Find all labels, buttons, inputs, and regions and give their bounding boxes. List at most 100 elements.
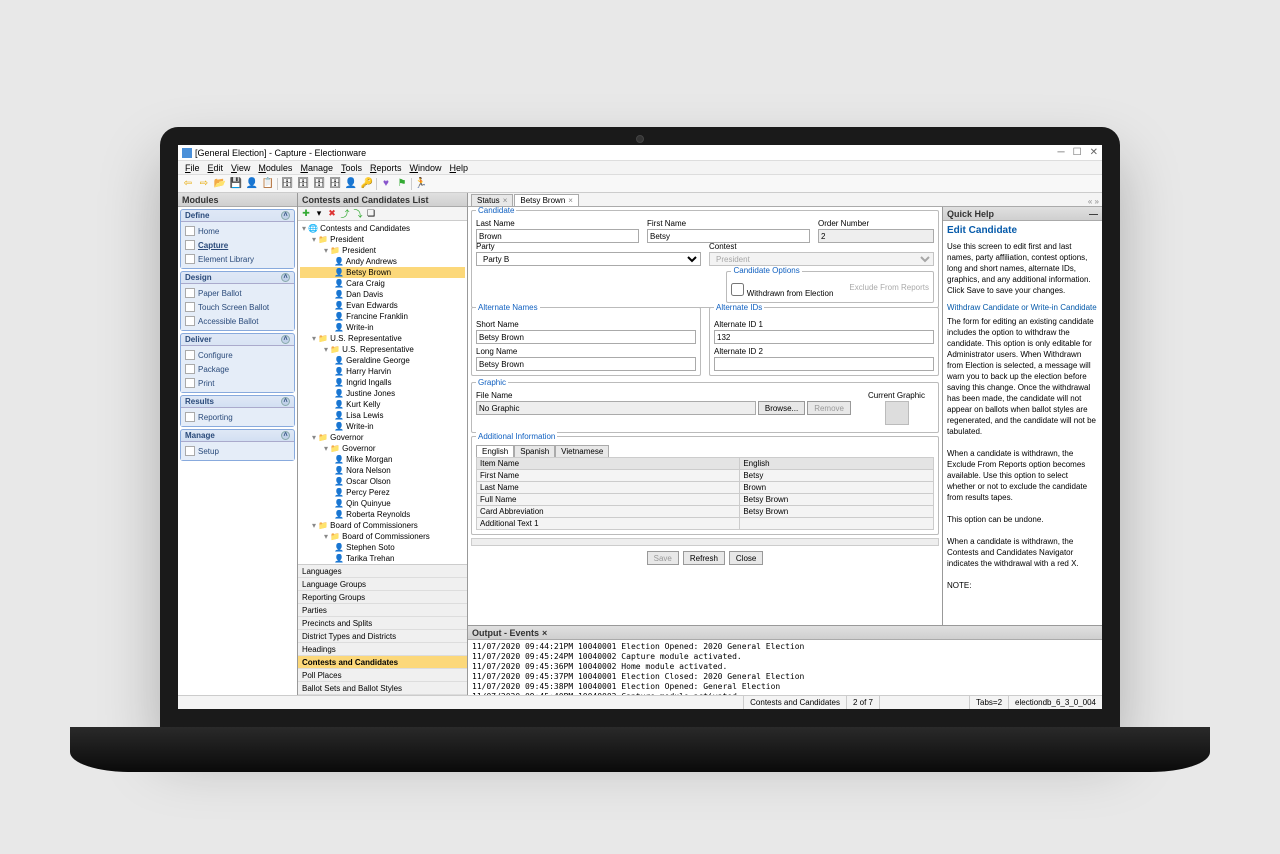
module-item[interactable]: Setup bbox=[181, 444, 294, 458]
module-item[interactable]: Print bbox=[181, 376, 294, 390]
tb-back-icon[interactable]: ⇦ bbox=[181, 177, 195, 191]
menu-file[interactable]: File bbox=[182, 163, 203, 173]
lang-tab-spanish[interactable]: Spanish bbox=[514, 445, 555, 457]
lang-tab-vietnamese[interactable]: Vietnamese bbox=[555, 445, 609, 457]
chevron-up-icon[interactable]: ˄ bbox=[281, 211, 290, 220]
chevron-up-icon[interactable]: ˄ bbox=[281, 335, 290, 344]
module-item[interactable]: Touch Screen Ballot bbox=[181, 300, 294, 314]
menu-modules[interactable]: Modules bbox=[255, 163, 295, 173]
tree-candidate[interactable]: 👤 Evan Edwards bbox=[300, 300, 465, 311]
module-section-header[interactable]: Results˄ bbox=[181, 396, 294, 408]
tb-person-icon[interactable]: 👤 bbox=[344, 177, 358, 191]
tree-candidate[interactable]: 👤 Oscar Olson bbox=[300, 476, 465, 487]
tb-db4-icon[interactable]: 🗄 bbox=[328, 177, 342, 191]
tree-candidate[interactable]: 👤 Andy Andrews bbox=[300, 256, 465, 267]
last-name-input[interactable] bbox=[476, 229, 639, 243]
tree-candidate[interactable]: 👤 Mike Morgan bbox=[300, 454, 465, 465]
tree-candidate[interactable]: 👤 Francine Franklin bbox=[300, 311, 465, 322]
tree-candidate[interactable]: 👤 Write-in bbox=[300, 322, 465, 333]
tb-user-icon[interactable]: 👤 bbox=[245, 177, 259, 191]
module-section-header[interactable]: Design˄ bbox=[181, 272, 294, 284]
tree-candidate[interactable]: 👤 Geraldine George bbox=[300, 355, 465, 366]
tree-candidate[interactable]: 👤 Tarika Trehan bbox=[300, 553, 465, 564]
nav-item[interactable]: Languages bbox=[298, 565, 467, 578]
close-icon[interactable]: × bbox=[568, 196, 573, 205]
nav-item[interactable]: Ballot Sets and Ballot Styles bbox=[298, 682, 467, 695]
first-name-input[interactable] bbox=[647, 229, 810, 243]
table-row[interactable]: Full NameBetsy Brown bbox=[477, 494, 934, 506]
refresh-button[interactable]: Refresh bbox=[683, 551, 725, 565]
tree-candidate[interactable]: 👤 Harry Harvin bbox=[300, 366, 465, 377]
tree-dn2-icon[interactable]: ⤵ bbox=[352, 207, 364, 220]
tb-db1-icon[interactable]: 🗄 bbox=[280, 177, 294, 191]
menu-edit[interactable]: Edit bbox=[205, 163, 227, 173]
long-name-input[interactable] bbox=[476, 357, 696, 371]
hscrollbar[interactable] bbox=[471, 538, 939, 546]
maximize-button[interactable]: ☐ bbox=[1073, 147, 1082, 158]
nav-item[interactable]: Language Groups bbox=[298, 578, 467, 591]
short-name-input[interactable] bbox=[476, 330, 696, 344]
module-item[interactable]: Home bbox=[181, 224, 294, 238]
browse-button[interactable]: Browse... bbox=[758, 401, 805, 415]
party-select[interactable]: Party B bbox=[476, 252, 701, 266]
chevron-up-icon[interactable]: ˄ bbox=[281, 431, 290, 440]
table-row[interactable]: Card AbbreviationBetsy Brown bbox=[477, 506, 934, 518]
menu-tools[interactable]: Tools bbox=[338, 163, 365, 173]
tree-candidate[interactable]: 👤 Justine Jones bbox=[300, 388, 465, 399]
nav-item[interactable]: Contests and Candidates bbox=[298, 656, 467, 669]
module-item[interactable]: Accessible Ballot bbox=[181, 314, 294, 328]
module-section-header[interactable]: Deliver˄ bbox=[181, 334, 294, 346]
chevron-up-icon[interactable]: ˄ bbox=[281, 397, 290, 406]
module-section-header[interactable]: Define˄ bbox=[181, 210, 294, 222]
tb-open-icon[interactable]: 📂 bbox=[213, 177, 227, 191]
tree-candidate[interactable]: 👤 Lisa Lewis bbox=[300, 410, 465, 421]
module-item[interactable]: Element Library bbox=[181, 252, 294, 266]
tab-status[interactable]: Status× bbox=[471, 194, 513, 206]
tb-heart-icon[interactable]: ♥ bbox=[379, 177, 393, 191]
table-row[interactable]: First NameBetsy bbox=[477, 470, 934, 482]
tree-candidate[interactable]: 👤 Nora Nelson bbox=[300, 465, 465, 476]
module-item[interactable]: Reporting bbox=[181, 410, 294, 424]
tb-db3-icon[interactable]: 🗄 bbox=[312, 177, 326, 191]
module-item[interactable]: Capture bbox=[181, 238, 294, 252]
module-item[interactable]: Package bbox=[181, 362, 294, 376]
menu-manage[interactable]: Manage bbox=[297, 163, 336, 173]
tree-candidate[interactable]: 👤 Roberta Reynolds bbox=[300, 509, 465, 520]
tree-candidate[interactable]: 👤 Qin Quinyue bbox=[300, 498, 465, 509]
chevron-up-icon[interactable]: ˄ bbox=[281, 273, 290, 282]
tb-save-icon[interactable]: 💾 bbox=[229, 177, 243, 191]
table-row[interactable]: Last NameBrown bbox=[477, 482, 934, 494]
nav-item[interactable]: Headings bbox=[298, 643, 467, 656]
module-item[interactable]: Paper Ballot bbox=[181, 286, 294, 300]
nav-item[interactable]: Parties bbox=[298, 604, 467, 617]
lang-tab-english[interactable]: English bbox=[476, 445, 514, 457]
withdrawn-checkbox[interactable] bbox=[731, 283, 744, 296]
menu-window[interactable]: Window bbox=[407, 163, 445, 173]
tb-paste-icon[interactable]: 📋 bbox=[261, 177, 275, 191]
tb-run-icon[interactable]: 🏃 bbox=[414, 177, 428, 191]
menu-help[interactable]: Help bbox=[447, 163, 472, 173]
tab-candidate[interactable]: Betsy Brown× bbox=[514, 194, 579, 206]
tree-candidate[interactable]: 👤 Cara Craig bbox=[300, 278, 465, 289]
tb-key-icon[interactable]: 🔑 bbox=[360, 177, 374, 191]
table-row[interactable]: Additional Text 1 bbox=[477, 518, 934, 530]
tree-candidate[interactable]: 👤 Write-in bbox=[300, 421, 465, 432]
tree-candidate[interactable]: 👤 Stephen Soto bbox=[300, 542, 465, 553]
minimize-button[interactable]: ─ bbox=[1058, 147, 1065, 158]
tree-candidate[interactable]: 👤 Kurt Kelly bbox=[300, 399, 465, 410]
altid2-input[interactable] bbox=[714, 357, 934, 371]
nav-item[interactable]: Reporting Groups bbox=[298, 591, 467, 604]
nav-item[interactable]: District Types and Districts bbox=[298, 630, 467, 643]
tree-del-icon[interactable]: ✖ bbox=[326, 208, 338, 219]
tree-down-icon[interactable]: ▾ bbox=[313, 208, 325, 219]
tree-candidate[interactable]: 👤 Percy Perez bbox=[300, 487, 465, 498]
close-icon[interactable]: × bbox=[503, 196, 508, 205]
tree-dup-icon[interactable]: ❏ bbox=[365, 208, 377, 219]
tree-candidate[interactable]: 👤 Betsy Brown bbox=[300, 267, 465, 278]
altid1-input[interactable] bbox=[714, 330, 934, 344]
close-button[interactable]: ✕ bbox=[1090, 147, 1098, 158]
module-item[interactable]: Configure bbox=[181, 348, 294, 362]
tab-scroll-icon[interactable]: « » bbox=[1088, 197, 1099, 206]
tb-db2-icon[interactable]: 🗄 bbox=[296, 177, 310, 191]
nav-item[interactable]: Precincts and Splits bbox=[298, 617, 467, 630]
